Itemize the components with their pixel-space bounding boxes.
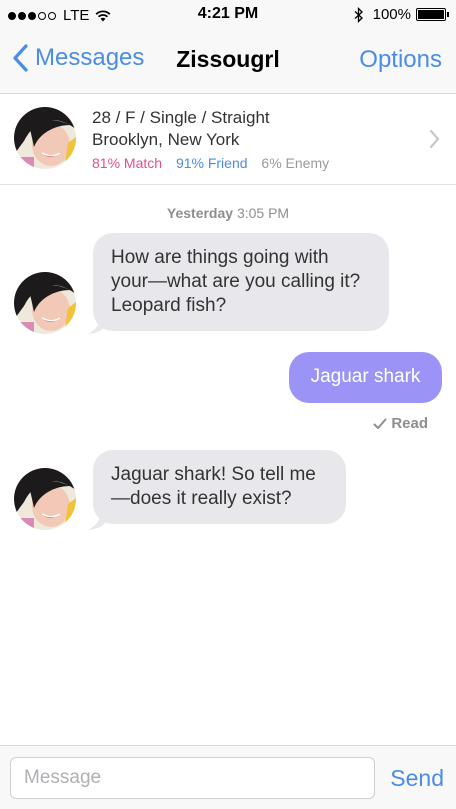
avatar-image (14, 107, 76, 169)
friend-percentage: 91% Friend (175, 155, 248, 171)
profile-info: 28 / F / Single / Straight Brooklyn, New… (92, 107, 329, 171)
message-line: Jaguar shark (310, 366, 421, 387)
incoming-message-bubble[interactable]: Jaguar shark! So tell me —does it really… (93, 450, 346, 524)
battery-fill (418, 10, 444, 19)
avatar[interactable] (14, 107, 76, 169)
message-input[interactable] (10, 757, 375, 799)
chevron-right-icon (429, 129, 440, 149)
enemy-percentage: 6% Enemy (261, 155, 330, 171)
status-right: 100% (354, 6, 449, 23)
message-line: —does it really exist? (111, 488, 292, 509)
read-receipt: Read (373, 415, 428, 432)
avatar[interactable] (14, 272, 76, 334)
avatar[interactable] (14, 468, 76, 530)
bluetooth-icon (354, 6, 363, 23)
status-bar: LTE 4:21 PM 100% (0, 0, 456, 30)
battery-nub (447, 12, 449, 17)
incoming-message-bubble[interactable]: How are things going with your—what are … (93, 233, 389, 331)
timestamp-day: Yesterday (166, 205, 234, 221)
compatibility-stats: 81% Match 91% Friend 6% Enemy (92, 155, 329, 171)
message-composer: Send (0, 745, 456, 809)
avatar-image (14, 468, 76, 530)
match-percentage: 81% Match (92, 155, 163, 171)
outgoing-message-bubble[interactable]: Jaguar shark (289, 352, 442, 403)
battery-percent: 100% (372, 6, 411, 23)
top-bar: LTE 4:21 PM 100% Messages Zissougrl Opti… (0, 0, 456, 94)
profile-summary[interactable]: 28 / F / Single / Straight Brooklyn, New… (0, 95, 456, 185)
chevron-left-icon (13, 44, 28, 72)
battery-icon (416, 8, 449, 21)
message-line: your—what are you calling it? (111, 271, 361, 292)
profile-details: 28 / F / Single / Straight (92, 108, 270, 127)
message-line: Jaguar shark! So tell me (111, 464, 316, 485)
navigation-bar: Messages Zissougrl Options (0, 34, 456, 86)
send-button[interactable]: Send (390, 765, 444, 792)
message-line: How are things going with (111, 247, 329, 268)
back-button[interactable]: Messages (12, 44, 144, 72)
message-line: Leopard fish? (111, 295, 227, 316)
avatar-image (14, 272, 76, 334)
read-label: Read (391, 415, 428, 432)
profile-location: Brooklyn, New York (92, 130, 240, 149)
options-button[interactable]: Options (359, 46, 442, 74)
timestamp-time: 3:05 PM (236, 205, 290, 221)
message-timestamp: Yesterday 3:05 PM (0, 205, 456, 221)
checkmark-icon (373, 418, 387, 429)
back-label: Messages (35, 44, 145, 71)
